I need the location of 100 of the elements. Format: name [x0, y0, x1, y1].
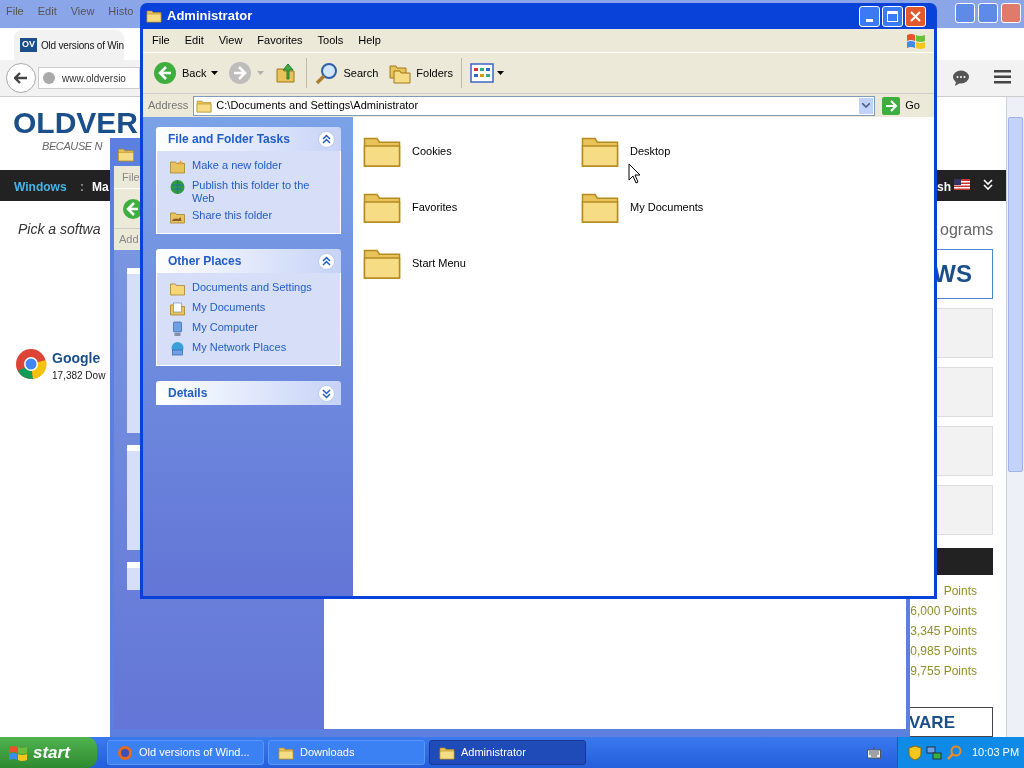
- menu-item[interactable]: Tools: [317, 32, 344, 49]
- menu-item[interactable]: View: [218, 32, 243, 49]
- go-arrow-icon: [882, 96, 901, 115]
- chat-icon[interactable]: [952, 70, 970, 86]
- back-button[interactable]: Back: [151, 58, 221, 88]
- new-folder-icon: [169, 159, 186, 175]
- scrollbar[interactable]: [1006, 97, 1024, 737]
- download-count: 17,382 Dow: [52, 369, 106, 383]
- menu-icon[interactable]: [994, 70, 1011, 84]
- page-heading: ograms: [940, 220, 994, 240]
- views-icon: [470, 63, 494, 83]
- dropdown-button[interactable]: [858, 96, 875, 115]
- expand-icon[interactable]: [318, 384, 335, 402]
- close-icon: [910, 10, 921, 22]
- go-button[interactable]: Go: [880, 96, 930, 115]
- taskbar-button[interactable]: Old versions of Wind...: [107, 740, 264, 765]
- folder-icon: [117, 146, 135, 162]
- window-title: Administrator: [167, 7, 253, 26]
- caret-icon: [211, 71, 219, 75]
- section-header: [937, 548, 993, 575]
- address-label: Address: [148, 98, 189, 114]
- task-link[interactable]: My Network Places: [192, 341, 327, 354]
- windows-logo-icon: [906, 31, 926, 50]
- caret-icon: [862, 103, 871, 108]
- nav-link[interactable]: Ma: [92, 178, 109, 196]
- menu-item[interactable]: Favorites: [257, 32, 303, 49]
- folders-icon: [388, 62, 413, 84]
- folder-name[interactable]: Desktop: [630, 142, 671, 160]
- flag-icon: [954, 179, 970, 190]
- points-text: Points: [943, 583, 977, 600]
- task-link[interactable]: My Documents: [192, 301, 327, 314]
- task-link[interactable]: Make a new folder: [192, 159, 327, 172]
- clock: 10:03 PM: [972, 745, 1020, 761]
- collapse-icon[interactable]: [318, 252, 335, 270]
- panel-header[interactable]: Other Places: [156, 249, 341, 273]
- folder-icon: [169, 281, 186, 297]
- globe-icon: [42, 71, 56, 85]
- site-logo: OLDVER: [13, 106, 138, 140]
- task-link[interactable]: Documents and Settings: [192, 281, 327, 294]
- close-button[interactable]: [905, 5, 926, 27]
- chevron-icon[interactable]: [983, 179, 993, 190]
- app-name[interactable]: Google: [52, 348, 101, 369]
- caret-icon: [257, 71, 265, 75]
- globe-icon: [169, 179, 186, 195]
- address-field[interactable]: C:\Documents and Settings\Administrator: [193, 95, 876, 116]
- network-icon[interactable]: [926, 744, 942, 761]
- panel-header[interactable]: File and Folder Tasks: [156, 127, 341, 151]
- task-link[interactable]: My Computer: [192, 321, 327, 334]
- caret-icon: [497, 71, 504, 75]
- category-tile[interactable]: [937, 367, 993, 417]
- browser-tab[interactable]: OV Old versions of Win: [14, 30, 124, 60]
- folder-name[interactable]: Favorites: [412, 198, 458, 216]
- chrome-icon[interactable]: [15, 348, 47, 380]
- category-tile[interactable]: [937, 308, 993, 358]
- points-text: 9,755 Points: [910, 663, 977, 680]
- folders-button[interactable]: Folders: [386, 58, 455, 88]
- maximize-button[interactable]: [882, 5, 903, 27]
- category-tile[interactable]: [937, 426, 993, 476]
- menu-item[interactable]: File: [152, 32, 170, 49]
- taskbar-button[interactable]: Downloads: [268, 740, 425, 765]
- minimize-button[interactable]: [859, 5, 880, 27]
- category-tile[interactable]: [937, 485, 993, 535]
- minimize-button[interactable]: [955, 3, 975, 23]
- folder-icon: [439, 745, 455, 760]
- search-button[interactable]: Search: [313, 58, 381, 88]
- pointer-icon: [628, 163, 641, 184]
- collapse-icon[interactable]: [318, 130, 335, 148]
- nav-separator: :: [80, 179, 84, 196]
- panel-title: Other Places: [168, 253, 242, 270]
- site-tagline: BECAUSE N: [42, 139, 102, 154]
- browser-icon: [117, 744, 133, 761]
- folder-name[interactable]: Cookies: [412, 142, 452, 160]
- url-field[interactable]: www.oldversio: [38, 67, 140, 89]
- task-link[interactable]: Share this folder: [192, 209, 327, 222]
- points-text: 0,985 Points: [910, 643, 977, 660]
- task-link[interactable]: Publish this folder to the Web: [192, 179, 327, 205]
- back-arrow-icon: [14, 72, 28, 84]
- folder-icon: [146, 9, 162, 23]
- site-badge: OV: [20, 38, 37, 52]
- keyboard-icon[interactable]: [867, 746, 881, 759]
- folder-name[interactable]: Start Menu: [412, 254, 466, 272]
- menu-item[interactable]: Edit: [184, 32, 204, 49]
- shield-icon[interactable]: [908, 744, 922, 761]
- tab-title: Old versions of Win: [41, 38, 124, 53]
- folder-name[interactable]: My Documents: [630, 198, 704, 216]
- menu-item[interactable]: Help: [358, 32, 381, 49]
- panel-header[interactable]: Details: [156, 381, 341, 405]
- windows-logo-icon: [8, 743, 28, 762]
- points-text: 3,345 Points: [910, 623, 977, 640]
- panel-title: File and Folder Tasks: [168, 131, 290, 148]
- points-text: 6,000 Points: [910, 603, 977, 620]
- folder-icon: [278, 745, 294, 760]
- language-label[interactable]: sh: [937, 178, 951, 196]
- nav-link[interactable]: Windows: [14, 178, 67, 196]
- restore-button[interactable]: [978, 3, 998, 23]
- search-icon: [315, 61, 340, 85]
- folder-icon: [196, 98, 213, 113]
- page-heading: Pick a softwa: [18, 220, 101, 239]
- taskbar-button[interactable]: Administrator: [429, 740, 586, 765]
- panel-title: Details: [168, 385, 208, 402]
